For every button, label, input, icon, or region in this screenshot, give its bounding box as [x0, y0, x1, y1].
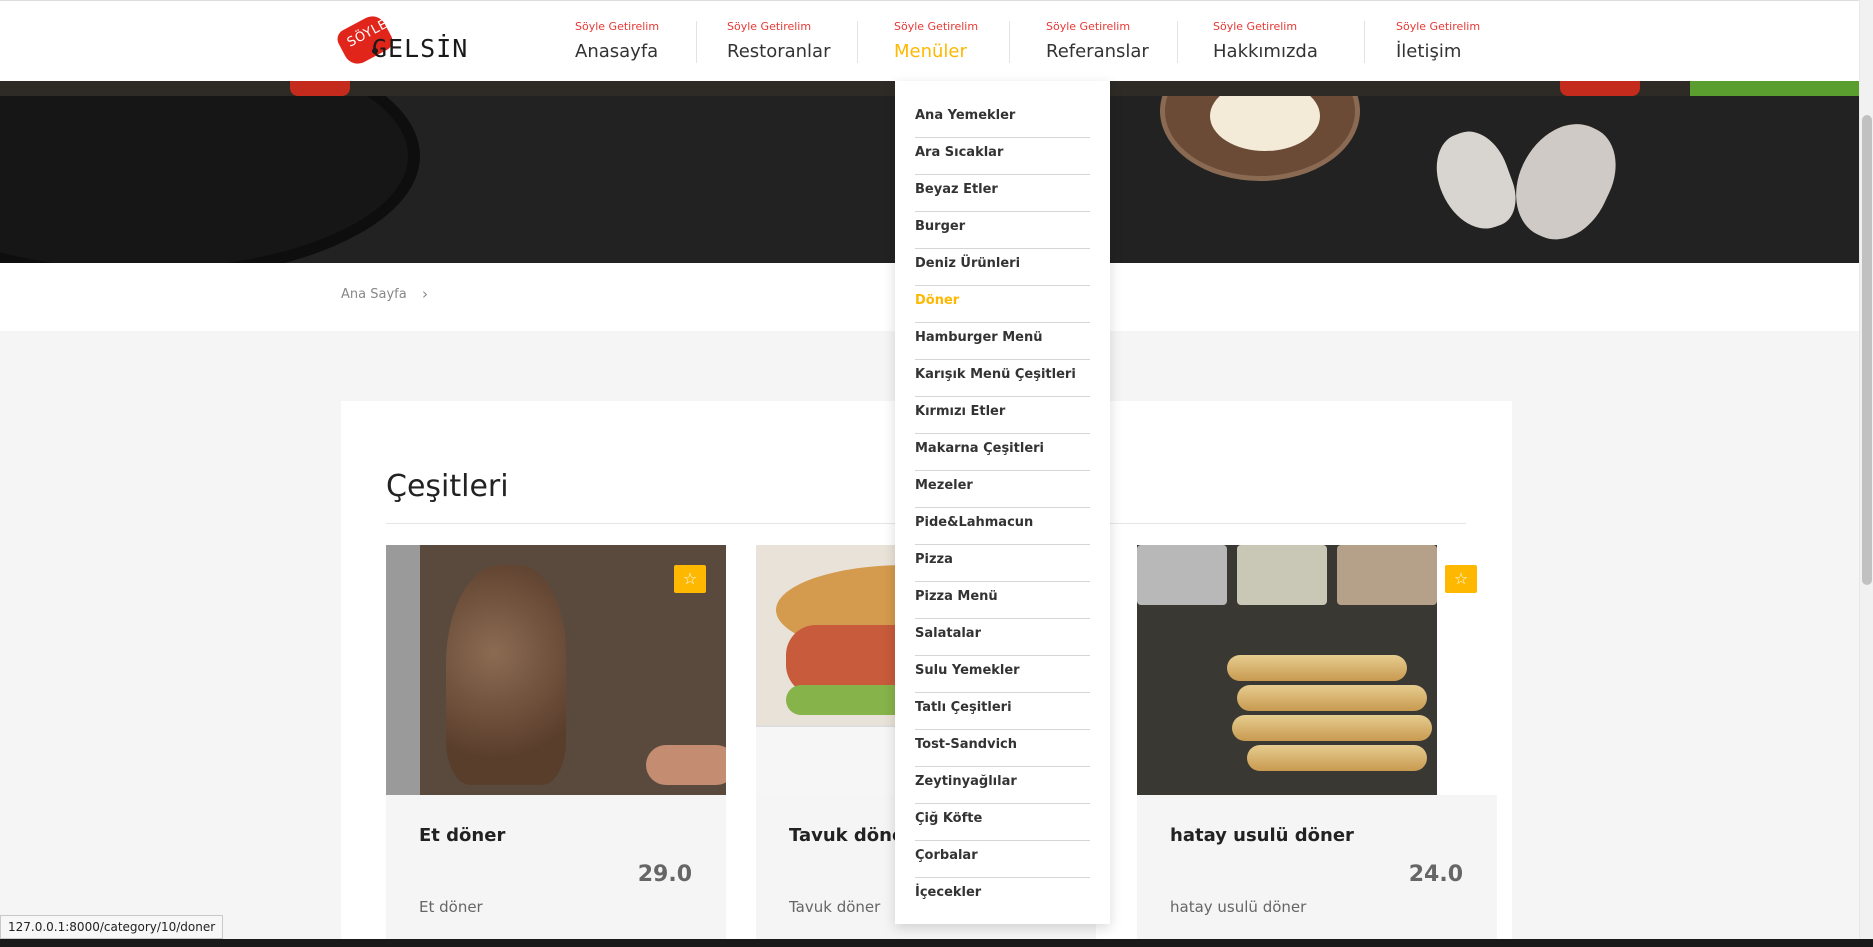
nav-item-subtitle: Söyle Getirelim [1213, 20, 1298, 33]
nav-divider [1364, 21, 1365, 63]
dropdown-item[interactable]: Hamburger Menü [915, 323, 1090, 360]
pan-graphic [0, 81, 420, 263]
dropdown-item[interactable]: Ara Sıcaklar [915, 138, 1090, 175]
nav-item-label: Restoranlar [727, 41, 831, 62]
nav-item-referanslar[interactable]: Söyle Getirelim Referanslar [1031, 1, 1178, 82]
product-description: hatay usulü döner [1170, 898, 1307, 916]
product-card[interactable]: ☆ Et döner 29.0 Et döner [386, 545, 726, 947]
scrollbar-thumb[interactable] [1862, 115, 1872, 585]
garlic-graphic [1425, 107, 1632, 255]
pepper-graphic [290, 81, 350, 96]
product-description: Tavuk döner [789, 898, 881, 916]
nav-item-label: Referanslar [1046, 41, 1149, 62]
nav-divider [1177, 21, 1178, 63]
taskbar-strip [0, 939, 1873, 947]
dropdown-item[interactable]: Çiğ Köfte [915, 804, 1090, 841]
dropdown-item[interactable]: Beyaz Etler [915, 175, 1090, 212]
nav-item-subtitle: Söyle Getirelim [1396, 20, 1481, 33]
dropdown-item[interactable]: Tatlı Çeşitleri [915, 693, 1090, 730]
dropdown-item[interactable]: İçecekler [915, 878, 1090, 915]
product-image[interactable]: ☆ [386, 545, 726, 795]
dropdown-item[interactable]: Pide&Lahmacun [915, 508, 1090, 545]
product-price: 29.0 [637, 862, 692, 887]
nav-item-subtitle: Söyle Getirelim [575, 20, 660, 33]
nav-divider [696, 21, 697, 63]
star-icon[interactable]: ☆ [1445, 565, 1477, 593]
star-icon[interactable]: ☆ [674, 565, 706, 593]
dropdown-item[interactable]: Makarna Çeşitleri [915, 434, 1090, 471]
nav-item-iletisim[interactable]: Söyle Getirelim İletişim [1381, 1, 1511, 82]
dropdown-item[interactable]: Kırmızı Etler [915, 397, 1090, 434]
dropdown-item[interactable]: Sulu Yemekler [915, 656, 1090, 693]
dropdown-item[interactable]: Çorbalar [915, 841, 1090, 878]
nav-item-restoranlar[interactable]: Söyle Getirelim Restoranlar [712, 1, 858, 82]
site-header: SÖYLE GELSİN Söyle Getirelim Anasayfa Sö… [0, 0, 1859, 81]
dropdown-item[interactable]: Tost-Sandvich [915, 730, 1090, 767]
nav-item-label: Menüler [894, 41, 967, 62]
dropdown-item[interactable]: Burger [915, 212, 1090, 249]
product-info: hatay usulü döner 24.0 hatay usulü döner [1137, 795, 1497, 947]
nav-item-hakkimizda[interactable]: Söyle Getirelim Hakkımızda [1198, 1, 1365, 82]
nav-item-subtitle: Söyle Getirelim [894, 20, 979, 33]
dropdown-item[interactable]: Deniz Ürünleri [915, 249, 1090, 286]
dropdown-item[interactable]: Salatalar [915, 619, 1090, 656]
nav-divider [1009, 21, 1010, 63]
nav-item-subtitle: Söyle Getirelim [727, 20, 812, 33]
chevron-right-icon: › [422, 285, 428, 303]
dropdown-item[interactable]: Pizza [915, 545, 1090, 582]
page-scrollbar[interactable] [1859, 0, 1873, 947]
dropdown-item[interactable]: Pizza Menü [915, 582, 1090, 619]
product-name[interactable]: hatay usulü döner [1170, 825, 1354, 846]
dropdown-item[interactable]: Zeytinyağlılar [915, 767, 1090, 804]
product-image[interactable] [1137, 545, 1437, 795]
menu-dropdown: Ana Yemekler Ara Sıcaklar Beyaz Etler Burge… [895, 81, 1110, 924]
nav-item-subtitle: Söyle Getirelim [1046, 20, 1131, 33]
dropdown-item[interactable]: Mezeler [915, 471, 1090, 508]
dropdown-item[interactable]: Ana Yemekler [915, 101, 1090, 138]
site-logo[interactable]: SÖYLE GELSİN [334, 11, 470, 69]
herb-graphic [1690, 81, 1859, 96]
nav-item-anasayfa[interactable]: Söyle Getirelim Anasayfa [560, 1, 697, 82]
section-title: Çeşitleri [386, 469, 509, 504]
product-card[interactable]: ☆ hatay usulü döner 24.0 hatay usulü dön… [1137, 545, 1497, 947]
dropdown-item[interactable]: Karışık Menü Çeşitleri [915, 360, 1090, 397]
breadcrumb-home-link[interactable]: Ana Sayfa [341, 287, 407, 302]
dropdown-item[interactable]: Döner [915, 286, 1090, 323]
nav-divider [857, 21, 858, 63]
nav-item-label: Hakkımızda [1213, 41, 1318, 62]
nav-item-label: Anasayfa [575, 41, 659, 62]
product-info: Et döner 29.0 Et döner [386, 795, 726, 947]
product-price: 24.0 [1408, 862, 1463, 887]
nav-item-label: İletişim [1396, 41, 1462, 62]
product-name[interactable]: Et döner [419, 825, 505, 846]
pepper-graphic [1560, 81, 1640, 96]
link-status-url: 127.0.0.1:8000/category/10/doner [0, 915, 224, 939]
nav-item-menuler[interactable]: Söyle Getirelim Menüler [879, 1, 1010, 82]
logo-wordmark: GELSİN [372, 34, 469, 63]
product-description: Et döner [419, 898, 483, 916]
